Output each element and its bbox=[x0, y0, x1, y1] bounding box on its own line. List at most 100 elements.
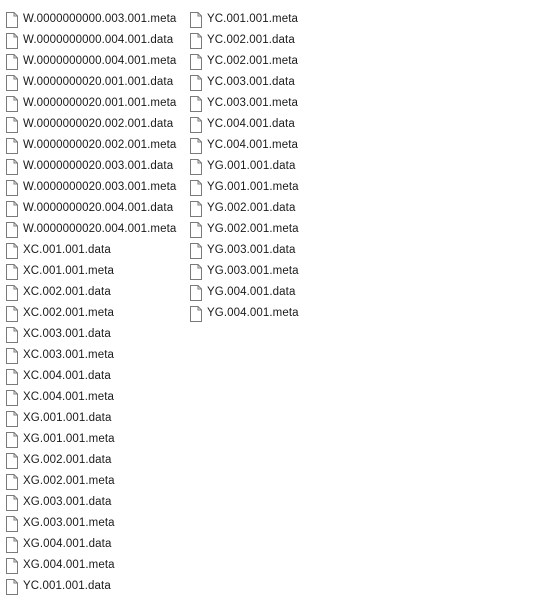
file-item[interactable]: XG.003.001.data bbox=[6, 492, 176, 513]
file-name: W.0000000020.004.001.meta bbox=[23, 223, 177, 235]
file-item[interactable]: YG.002.001.data bbox=[190, 198, 299, 219]
file-icon bbox=[6, 326, 18, 343]
file-item[interactable]: XG.004.001.meta bbox=[6, 555, 176, 576]
file-item[interactable]: YC.002.001.meta bbox=[190, 51, 299, 72]
file-item[interactable]: XC.002.001.data bbox=[6, 282, 176, 303]
file-name: XC.003.001.meta bbox=[23, 349, 115, 361]
file-item[interactable]: YC.002.001.data bbox=[190, 30, 299, 51]
file-name: YG.004.001.data bbox=[207, 286, 296, 298]
file-name: W.0000000000.004.001.data bbox=[23, 34, 174, 46]
file-item[interactable]: YC.004.001.meta bbox=[190, 135, 299, 156]
file-item[interactable]: W.0000000020.004.001.meta bbox=[6, 219, 176, 240]
file-name: W.0000000020.003.001.meta bbox=[23, 181, 177, 193]
file-item[interactable]: W.0000000000.003.001.meta bbox=[6, 9, 176, 30]
file-name: XG.001.001.meta bbox=[23, 433, 115, 445]
file-item[interactable]: W.0000000020.004.001.data bbox=[6, 198, 176, 219]
file-name: YC.004.001.meta bbox=[207, 139, 299, 151]
file-name: W.0000000000.004.001.meta bbox=[23, 55, 177, 67]
file-icon bbox=[6, 158, 18, 175]
file-name: YG.003.001.meta bbox=[207, 265, 299, 277]
file-item[interactable]: W.0000000020.003.001.data bbox=[6, 156, 176, 177]
file-item[interactable]: XC.004.001.data bbox=[6, 366, 176, 387]
file-name: YC.002.001.meta bbox=[207, 55, 299, 67]
file-icon bbox=[190, 158, 202, 175]
file-item[interactable]: W.0000000020.002.001.meta bbox=[6, 135, 176, 156]
file-icon bbox=[6, 284, 18, 301]
file-name: XG.002.001.data bbox=[23, 454, 112, 466]
file-name: W.0000000020.004.001.data bbox=[23, 202, 174, 214]
file-name: YC.001.001.data bbox=[23, 580, 111, 592]
file-icon bbox=[6, 116, 18, 133]
file-item[interactable]: YC.003.001.data bbox=[190, 72, 299, 93]
file-icon bbox=[6, 368, 18, 385]
file-name: YG.003.001.data bbox=[207, 244, 296, 256]
file-item[interactable]: XG.003.001.meta bbox=[6, 513, 176, 534]
file-name: YC.002.001.data bbox=[207, 34, 295, 46]
file-item[interactable]: W.0000000020.003.001.meta bbox=[6, 177, 176, 198]
file-list: W.0000000000.003.001.meta W.0000000000.0… bbox=[0, 0, 542, 603]
file-name: W.0000000020.002.001.data bbox=[23, 118, 174, 130]
file-icon bbox=[6, 95, 18, 112]
file-item[interactable]: W.0000000020.002.001.data bbox=[6, 114, 176, 135]
file-icon bbox=[6, 515, 18, 532]
file-icon bbox=[190, 242, 202, 259]
file-icon bbox=[6, 221, 18, 238]
file-item[interactable]: XC.001.001.data bbox=[6, 240, 176, 261]
file-item[interactable]: XG.002.001.data bbox=[6, 450, 176, 471]
file-icon bbox=[6, 53, 18, 70]
file-item[interactable]: XC.002.001.meta bbox=[6, 303, 176, 324]
file-name: XG.002.001.meta bbox=[23, 475, 115, 487]
file-icon bbox=[6, 452, 18, 469]
file-name: YC.001.001.meta bbox=[207, 13, 299, 25]
file-icon bbox=[6, 410, 18, 427]
file-item[interactable]: XC.001.001.meta bbox=[6, 261, 176, 282]
file-item[interactable]: YC.001.001.meta bbox=[190, 9, 299, 30]
file-icon bbox=[190, 53, 202, 70]
file-icon bbox=[6, 557, 18, 574]
file-icon bbox=[6, 431, 18, 448]
file-item[interactable]: XG.002.001.meta bbox=[6, 471, 176, 492]
file-item[interactable]: XG.001.001.data bbox=[6, 408, 176, 429]
file-name: XC.001.001.meta bbox=[23, 265, 115, 277]
file-name: YC.004.001.data bbox=[207, 118, 295, 130]
file-name: W.0000000020.003.001.data bbox=[23, 160, 174, 172]
file-name: YG.002.001.meta bbox=[207, 223, 299, 235]
file-name: YG.002.001.data bbox=[207, 202, 296, 214]
file-item[interactable]: YC.004.001.data bbox=[190, 114, 299, 135]
file-item[interactable]: YG.003.001.data bbox=[190, 240, 299, 261]
file-name: XG.004.001.data bbox=[23, 538, 112, 550]
file-item[interactable]: XC.003.001.meta bbox=[6, 345, 176, 366]
file-item[interactable]: W.0000000020.001.001.meta bbox=[6, 93, 176, 114]
file-column-2: YC.001.001.meta YC.002.001.data YC.002.0… bbox=[190, 9, 299, 324]
file-icon bbox=[190, 263, 202, 280]
file-item[interactable]: W.0000000000.004.001.meta bbox=[6, 51, 176, 72]
file-icon bbox=[6, 389, 18, 406]
file-name: XG.004.001.meta bbox=[23, 559, 115, 571]
file-item[interactable]: XC.003.001.data bbox=[6, 324, 176, 345]
file-item[interactable]: XG.001.001.meta bbox=[6, 429, 176, 450]
file-item[interactable]: YG.004.001.data bbox=[190, 282, 299, 303]
file-column-1: W.0000000000.003.001.meta W.0000000000.0… bbox=[6, 9, 176, 597]
file-icon bbox=[190, 95, 202, 112]
file-item[interactable]: YC.003.001.meta bbox=[190, 93, 299, 114]
file-item[interactable]: XG.004.001.data bbox=[6, 534, 176, 555]
file-icon bbox=[190, 116, 202, 133]
file-name: YC.003.001.meta bbox=[207, 97, 299, 109]
file-icon bbox=[6, 536, 18, 553]
file-item[interactable]: YG.001.001.meta bbox=[190, 177, 299, 198]
file-name: W.0000000020.001.001.meta bbox=[23, 97, 177, 109]
file-item[interactable]: YG.001.001.data bbox=[190, 156, 299, 177]
file-icon bbox=[6, 137, 18, 154]
file-item[interactable]: YG.004.001.meta bbox=[190, 303, 299, 324]
file-name: XG.003.001.meta bbox=[23, 517, 115, 529]
file-item[interactable]: YG.003.001.meta bbox=[190, 261, 299, 282]
file-item[interactable]: YG.002.001.meta bbox=[190, 219, 299, 240]
file-name: XG.001.001.data bbox=[23, 412, 112, 424]
file-icon bbox=[6, 179, 18, 196]
file-icon bbox=[6, 494, 18, 511]
file-item[interactable]: YC.001.001.data bbox=[6, 576, 176, 597]
file-item[interactable]: W.0000000020.001.001.data bbox=[6, 72, 176, 93]
file-item[interactable]: W.0000000000.004.001.data bbox=[6, 30, 176, 51]
file-item[interactable]: XC.004.001.meta bbox=[6, 387, 176, 408]
file-icon bbox=[190, 200, 202, 217]
